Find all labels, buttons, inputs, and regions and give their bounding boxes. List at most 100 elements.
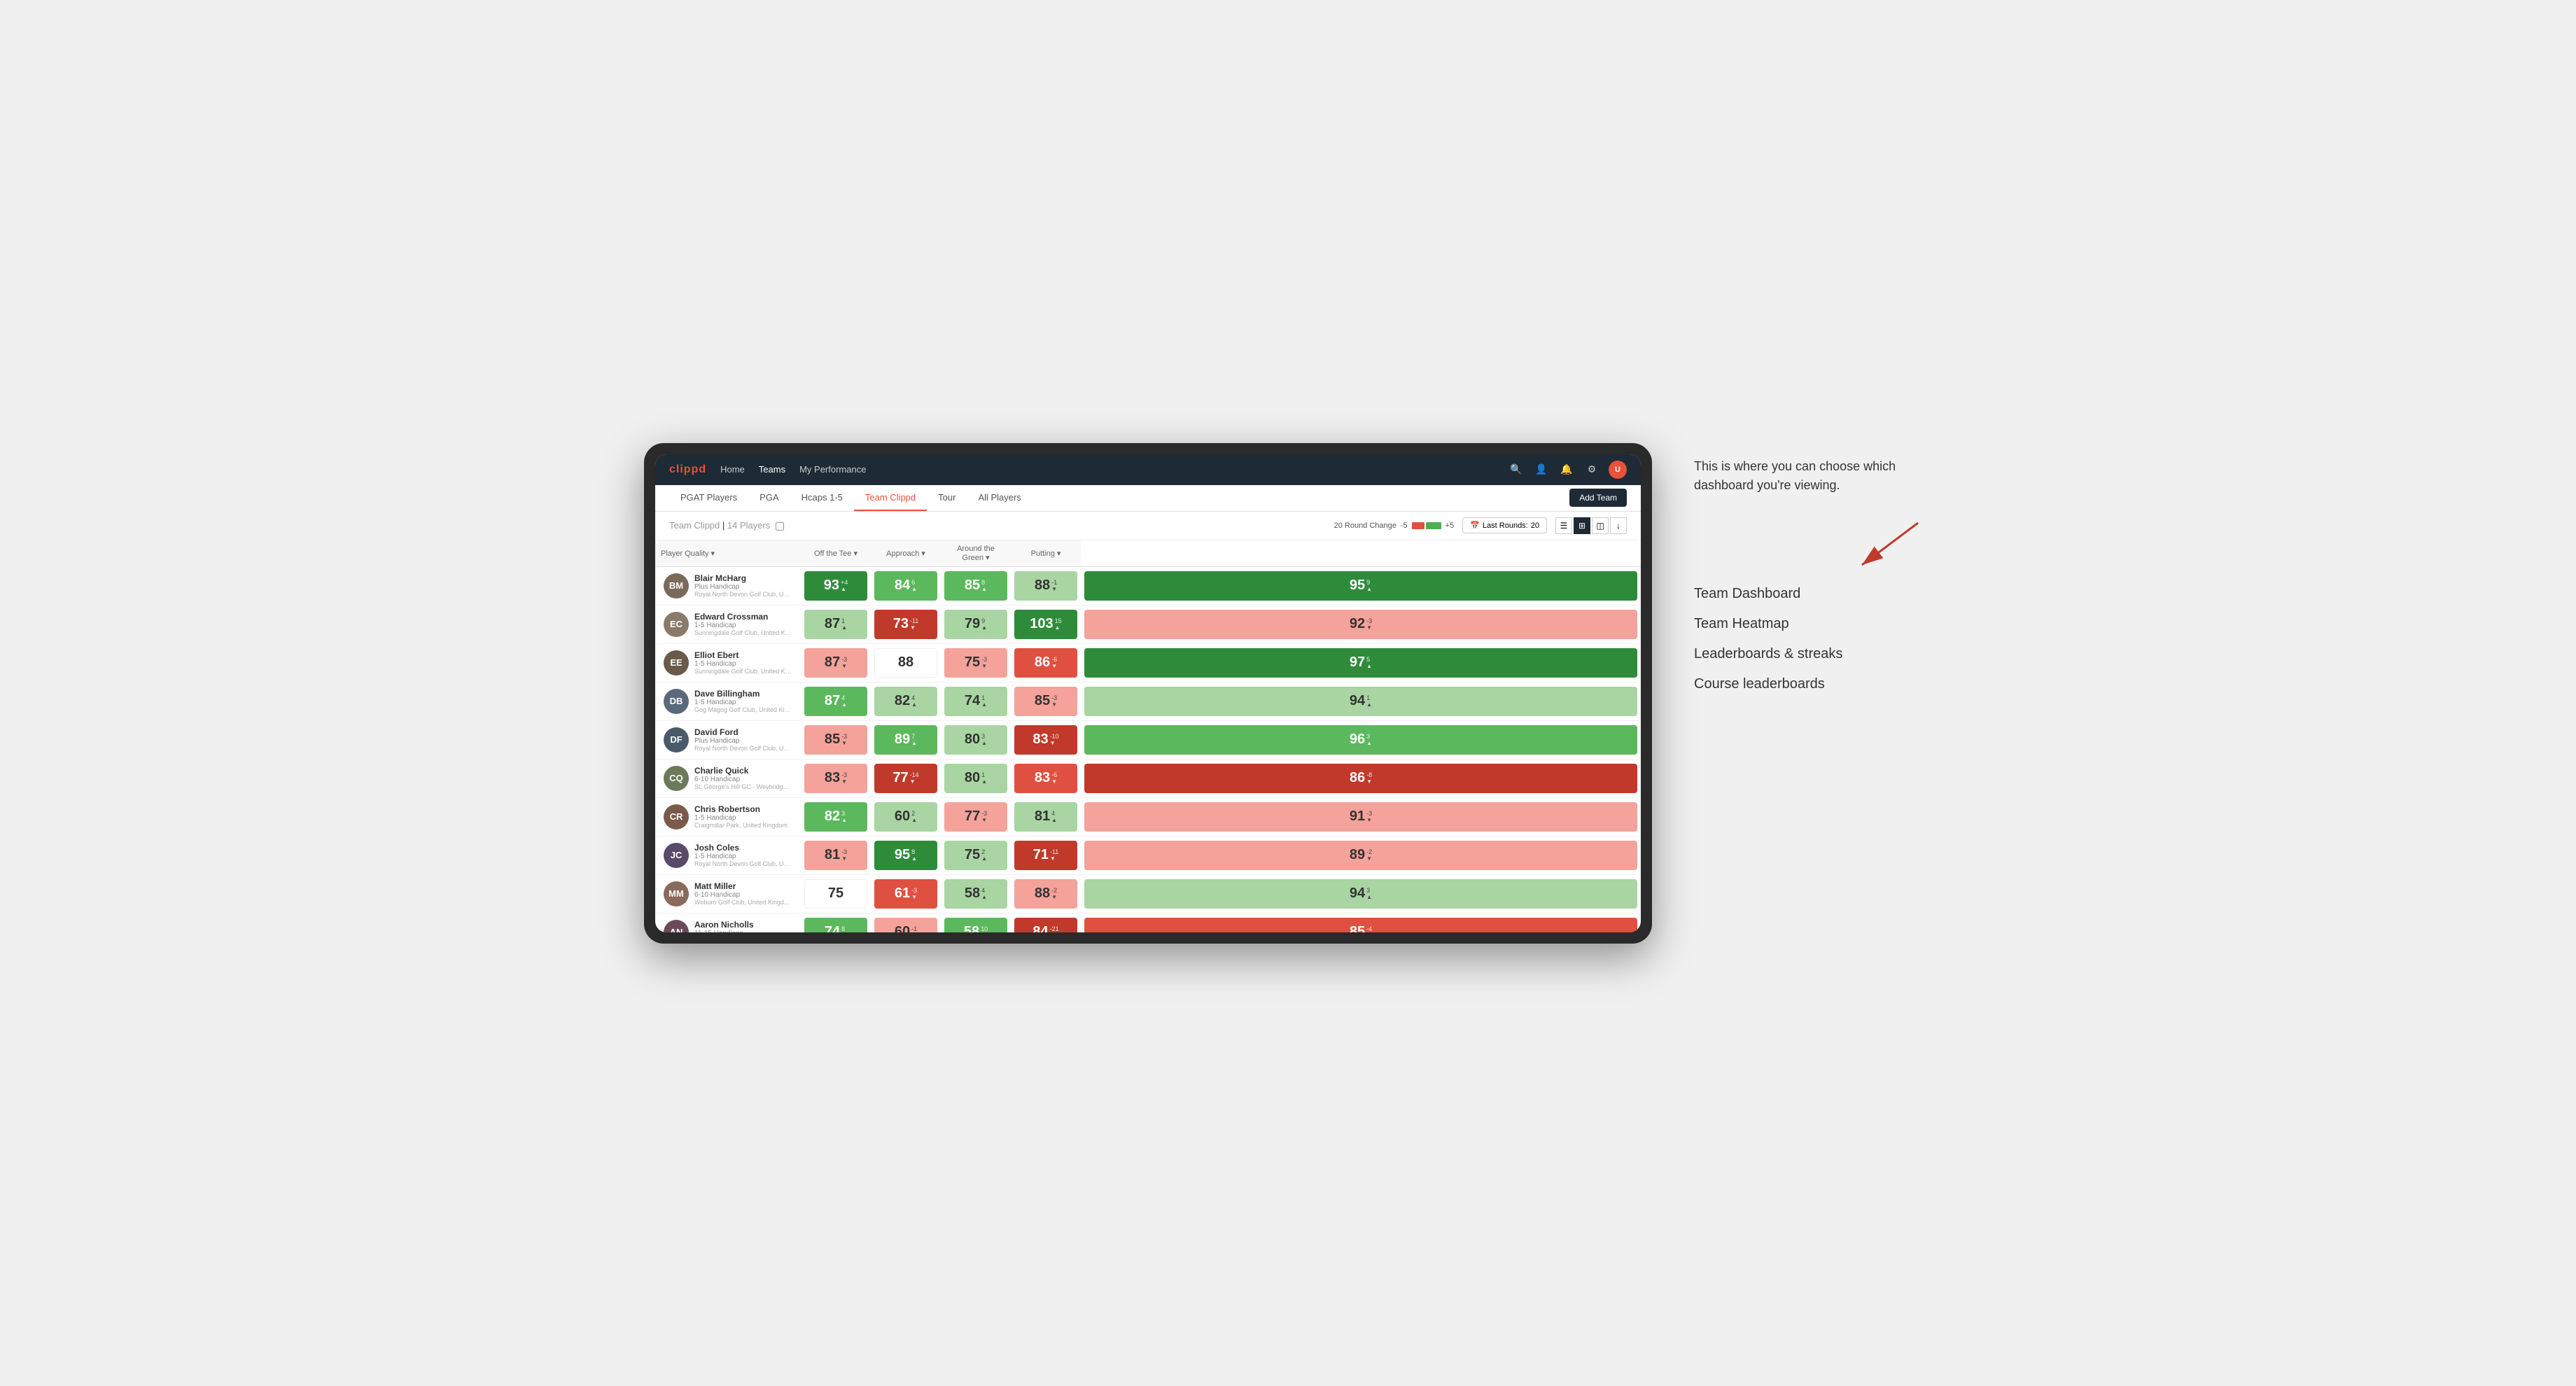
metric-off_tee: 61 -3▼ xyxy=(871,874,941,913)
player-info: Edward Crossman 1-5 Handicap Sunningdale… xyxy=(694,612,792,636)
last-rounds-button[interactable]: 📅 Last Rounds: 20 xyxy=(1462,517,1547,533)
metric-putting: 91 -3▼ xyxy=(1081,797,1641,836)
table-row[interactable]: EC Edward Crossman 1-5 Handicap Sunningd… xyxy=(655,605,1641,643)
metric-putting: 96 3▲ xyxy=(1081,720,1641,759)
tab-hcaps[interactable]: Hcaps 1-5 xyxy=(790,484,854,511)
table-row[interactable]: JC Josh Coles 1-5 Handicap Royal North D… xyxy=(655,836,1641,874)
metric-change: 4▲ xyxy=(1051,810,1057,823)
player-avatar: MM xyxy=(664,881,689,906)
metric-box: 74 8▲ xyxy=(804,918,867,932)
view-heatmap-button[interactable]: ◫ xyxy=(1592,517,1609,534)
player-name: Dave Billingham xyxy=(694,689,792,699)
metric-value: 58 xyxy=(964,924,979,932)
metric-approach: 75 -3▼ xyxy=(941,643,1011,682)
menu-item-leaderboards[interactable]: Leaderboards & streaks xyxy=(1694,646,1932,662)
player-name: Elliot Ebert xyxy=(694,650,792,660)
metric-value: 84 xyxy=(895,578,910,594)
table-header: Player Quality ▾ Off the Tee ▾ Approach … xyxy=(655,540,1641,567)
metric-box: 94 1▲ xyxy=(1084,687,1637,716)
menu-item-dashboard[interactable]: Team Dashboard xyxy=(1694,586,1932,602)
metric-value: 92 xyxy=(1350,616,1365,632)
metric-box: 77 -3▼ xyxy=(944,802,1007,832)
player-handicap: Plus Handicap xyxy=(694,737,792,745)
metric-off_tee: 95 8▲ xyxy=(871,836,941,874)
user-avatar[interactable]: U xyxy=(1609,461,1627,479)
metric-box: 103 15▲ xyxy=(1014,610,1077,639)
player-avatar: EE xyxy=(664,650,689,676)
calendar-icon: 📅 xyxy=(1470,521,1480,530)
tab-pgat-players[interactable]: PGAT Players xyxy=(669,484,748,511)
player-handicap: 1-5 Handicap xyxy=(694,660,792,668)
tab-tour[interactable]: Tour xyxy=(927,484,967,511)
table-row[interactable]: CQ Charlie Quick 6-10 Handicap St. Georg… xyxy=(655,759,1641,797)
metric-value: 87 xyxy=(825,616,840,632)
metric-around_green: 84 -21▼ xyxy=(1011,913,1081,932)
table-row[interactable]: EE Elliot Ebert 1-5 Handicap Sunningdale… xyxy=(655,643,1641,682)
bell-icon[interactable]: 🔔 xyxy=(1558,461,1575,478)
nav-home[interactable]: Home xyxy=(720,461,745,477)
metric-value: 94 xyxy=(1350,693,1365,709)
metric-box: 89 7▲ xyxy=(874,725,937,755)
metric-putting: 94 1▲ xyxy=(1081,682,1641,720)
metric-box: 58 4▲ xyxy=(944,879,1007,909)
metric-change: -6▼ xyxy=(1051,771,1057,785)
player-cell: AN Aaron Nicholls 11-15 Handicap Drift G… xyxy=(655,913,801,932)
table-row[interactable]: MM Matt Miller 6-10 Handicap Woburn Golf… xyxy=(655,874,1641,913)
player-handicap: 1-5 Handicap xyxy=(694,699,792,706)
edit-icon[interactable] xyxy=(776,522,784,531)
nav-teams[interactable]: Teams xyxy=(759,461,785,477)
profile-icon[interactable]: 👤 xyxy=(1533,461,1550,478)
search-icon[interactable]: 🔍 xyxy=(1508,461,1525,478)
metric-change: 5▲ xyxy=(1366,656,1372,669)
table-row[interactable]: BM Blair McHarg Plus Handicap Royal Nort… xyxy=(655,566,1641,605)
col-header-approach: Approach ▾ xyxy=(871,540,941,567)
nav-bar: clippd Home Teams My Performance 🔍 👤 🔔 ⚙… xyxy=(655,454,1641,485)
metric-around_green: 85 -3▼ xyxy=(1011,682,1081,720)
table-row[interactable]: AN Aaron Nicholls 11-15 Handicap Drift G… xyxy=(655,913,1641,932)
table-row[interactable]: DB Dave Billingham 1-5 Handicap Gog Mago… xyxy=(655,682,1641,720)
metric-change: -11▼ xyxy=(910,617,918,631)
metric-off_tee: 73 -11▼ xyxy=(871,605,941,643)
menu-item-course[interactable]: Course leaderboards xyxy=(1694,676,1932,692)
metric-value: 88 xyxy=(898,654,913,671)
metric-change: 6▲ xyxy=(911,579,917,592)
view-list-button[interactable]: ☰ xyxy=(1555,517,1572,534)
metric-player_quality: 82 3▲ xyxy=(801,797,871,836)
tab-all-players[interactable]: All Players xyxy=(967,484,1032,511)
metric-around_green: 81 4▲ xyxy=(1011,797,1081,836)
metric-box: 74 1▲ xyxy=(944,687,1007,716)
metric-change: -21▼ xyxy=(1050,925,1059,932)
player-cell: EE Elliot Ebert 1-5 Handicap Sunningdale… xyxy=(655,643,801,682)
metric-change: 8▲ xyxy=(841,925,847,932)
metric-box: 88 xyxy=(874,648,937,678)
metric-value: 96 xyxy=(1350,732,1365,748)
metric-off_tee: 77 -14▼ xyxy=(871,759,941,797)
metric-box: 60 2▲ xyxy=(874,802,937,832)
player-cell: CR Chris Robertson 1-5 Handicap Craigmil… xyxy=(655,797,801,836)
nav-my-performance[interactable]: My Performance xyxy=(799,461,866,477)
settings-icon[interactable]: ⚙ xyxy=(1583,461,1600,478)
table-row[interactable]: CR Chris Robertson 1-5 Handicap Craigmil… xyxy=(655,797,1641,836)
metric-box: 92 -3▼ xyxy=(1084,610,1637,639)
player-club: Gog Magog Golf Club, United Kingdom xyxy=(694,706,792,713)
tab-pga[interactable]: PGA xyxy=(748,484,790,511)
view-grid-button[interactable]: ⊞ xyxy=(1574,517,1590,534)
metric-change: 4▲ xyxy=(841,694,847,708)
metric-value: 58 xyxy=(965,886,980,902)
menu-item-heatmap[interactable]: Team Heatmap xyxy=(1694,616,1932,632)
metric-box: 85 -3▼ xyxy=(804,725,867,755)
metric-change: 3▲ xyxy=(1366,887,1372,900)
metric-change: -3▼ xyxy=(841,771,847,785)
metric-value: 73 xyxy=(893,616,909,632)
tab-team-clippd[interactable]: Team Clippd xyxy=(854,484,927,511)
metric-putting: 86 -8▼ xyxy=(1081,759,1641,797)
metric-box: 88 -2▼ xyxy=(1014,879,1077,909)
view-toggle: ☰ ⊞ ◫ ↓ xyxy=(1555,517,1627,534)
player-table: Player Quality ▾ Off the Tee ▾ Approach … xyxy=(655,540,1641,932)
view-download-button[interactable]: ↓ xyxy=(1610,517,1627,534)
metric-change: 4▲ xyxy=(911,694,917,708)
add-team-button[interactable]: Add Team xyxy=(1569,489,1627,507)
metric-putting: 85 -4▼ xyxy=(1081,913,1641,932)
table-row[interactable]: DF David Ford Plus Handicap Royal North … xyxy=(655,720,1641,759)
metric-approach: 79 9▲ xyxy=(941,605,1011,643)
